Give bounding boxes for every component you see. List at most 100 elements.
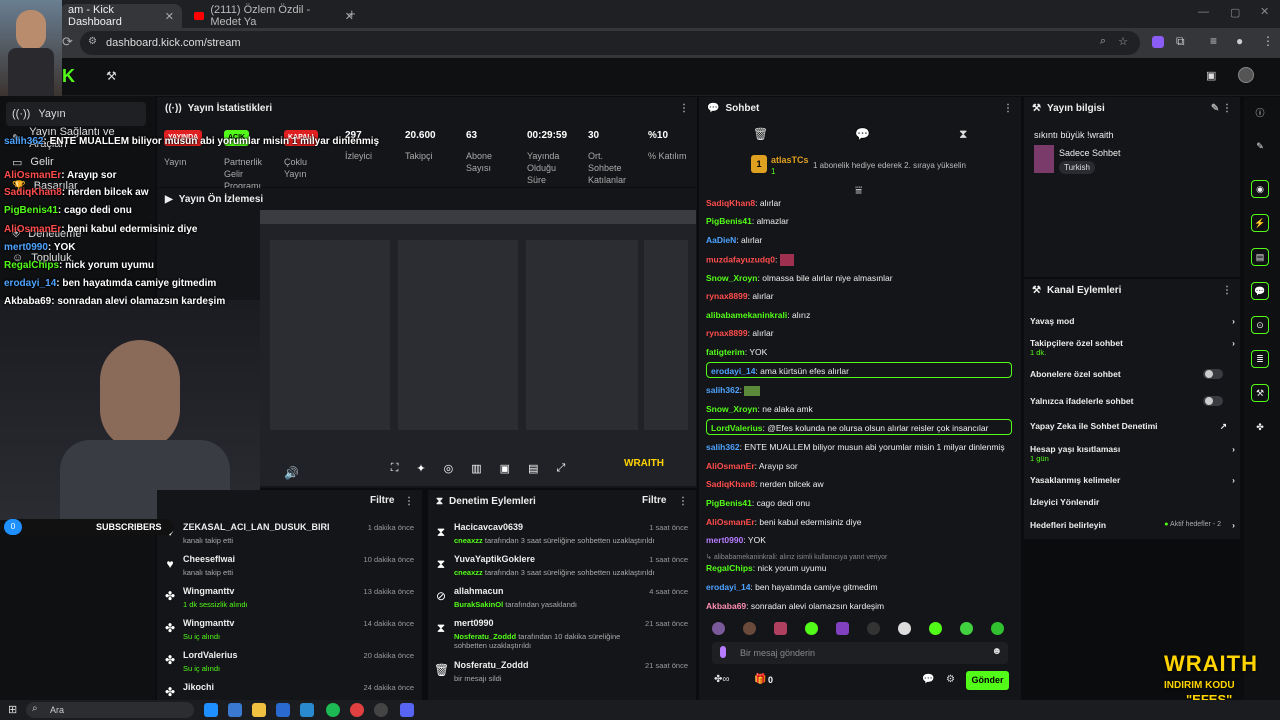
points-icon[interactable]: ✤∞ (714, 674, 730, 685)
moderator-name[interactable]: cneaxzz (454, 536, 483, 545)
stream-preview-video[interactable]: WRAITH ⛶ ✦ ◎ ▥ ▣ ▤ ⤢ 🔊 (260, 210, 696, 486)
more-options-icon[interactable]: ⋮ (1222, 285, 1232, 296)
info-icon[interactable]: ⓘ (1251, 103, 1269, 121)
action-ai-moderation[interactable]: Yapay Zeka ile Sohbet Denetimi ↗ (1030, 421, 1235, 431)
emote-icon[interactable] (960, 622, 973, 635)
hammer-icon[interactable]: ⚒ (106, 69, 117, 83)
emote-icon[interactable] (774, 622, 787, 635)
new-tab-icon[interactable]: + (348, 6, 356, 21)
action-goals[interactable]: Hedefleri belirleyin ● Aktif hedefler - 2… (1030, 520, 1235, 530)
volume-icon[interactable]: 🔊 (284, 466, 299, 480)
profile-icon[interactable]: ● (1236, 34, 1243, 48)
moderator-name[interactable]: BurakSakinOl (454, 600, 503, 609)
activity-user[interactable]: Wingmanttv (183, 586, 234, 596)
chat-username[interactable]: salih362 (706, 442, 740, 452)
action-slow-mode[interactable]: Yavaş mod › (1030, 316, 1235, 326)
tools-icon[interactable]: ⚒ (1251, 384, 1269, 402)
app-icon[interactable] (228, 703, 242, 717)
emote-icon[interactable] (867, 622, 880, 635)
pin-icon[interactable]: ⩸ (855, 183, 862, 198)
emote-icon[interactable] (991, 622, 1004, 635)
user-avatar[interactable] (1238, 67, 1254, 83)
store-icon[interactable] (300, 703, 314, 717)
emote-icon[interactable] (712, 622, 725, 635)
language-tag[interactable]: Turkish (1059, 161, 1095, 174)
emote-icon[interactable] (836, 622, 849, 635)
subscribers-only-toggle[interactable] (1203, 369, 1223, 379)
minimize-icon[interactable]: — (1198, 6, 1209, 18)
close-tab-icon[interactable]: ✕ (165, 10, 174, 23)
settings-gear-icon[interactable]: ⚙ (946, 674, 955, 685)
activity-filter-button[interactable]: Filtre (370, 495, 394, 506)
chat-username[interactable]: alibabamekaninkrali (706, 310, 787, 320)
chat-username[interactable]: erodayi_14 (706, 582, 750, 592)
chat-bubble-icon[interactable]: 💬 (922, 674, 934, 685)
activity-user[interactable]: LordValerius (183, 650, 238, 660)
chat-username[interactable]: erodayi_14 (711, 366, 755, 376)
chat-username[interactable]: mert0990 (706, 535, 743, 545)
chat-username[interactable]: LordValerius (711, 423, 763, 433)
activity-user[interactable]: Wingmanttv (183, 618, 234, 628)
action-banned-words[interactable]: Yasaklanmış kelimeler › (1030, 475, 1235, 485)
moderation-user[interactable]: mert0990 (454, 618, 494, 628)
chat-username[interactable]: Snow_Xroyn (706, 273, 757, 283)
action-emotes-only[interactable]: Yalnızca ifadelerle sohbet (1030, 396, 1235, 406)
chat-username[interactable]: AliOsmanEr (706, 461, 755, 471)
send-button[interactable]: Gönder (966, 671, 1009, 690)
chat-username[interactable]: rynax8899 (706, 291, 748, 301)
spotify-icon[interactable] (326, 703, 340, 717)
more-options-icon[interactable]: ⋮ (404, 496, 414, 507)
more-options-icon[interactable]: ⋮ (678, 496, 688, 507)
chat-settings-icon[interactable]: 💬 (855, 127, 870, 141)
emote-icon[interactable] (805, 622, 818, 635)
extensions-puzzle-icon[interactable]: ⧉ (1176, 34, 1185, 49)
activity-user[interactable]: ZEKASAL_ACI_LAN_DUSUK_BIRI (183, 522, 330, 532)
trash-icon[interactable]: 🗑 (753, 127, 768, 141)
broadcast-icon[interactable]: ⊙ (1251, 316, 1269, 334)
activity-user[interactable]: Jikochi (183, 682, 214, 692)
action-account-age[interactable]: Hesap yaşı kısıtlaması 1 gün › (1030, 444, 1235, 463)
chat-username[interactable]: PigBenis41 (706, 216, 752, 226)
chat-username[interactable]: AliOsmanEr (706, 517, 755, 527)
chrome-icon[interactable] (350, 703, 364, 717)
activity-user[interactable]: Cheeseflwai (183, 554, 235, 564)
site-info-icon[interactable]: ⚙ (88, 36, 97, 47)
moderation-user[interactable]: Nosferatu_Zoddd (454, 660, 529, 670)
kick-logo[interactable]: K (62, 66, 75, 87)
zoom-icon[interactable]: ⌕ (1100, 35, 1106, 48)
file-explorer-icon[interactable] (252, 703, 266, 717)
reload-icon[interactable]: ⟳ (62, 34, 73, 50)
fullscreen-icon[interactable]: ⤢ (556, 462, 565, 482)
url-field[interactable]: ⚙ dashboard.kick.com/stream ⌕ ☆ (80, 31, 1140, 55)
chat-username[interactable]: fatigterim (706, 347, 745, 357)
moderation-user[interactable]: Hacicavcav0639 (454, 522, 523, 532)
moderation-user[interactable]: YuvaYaptikGoklere (454, 554, 535, 564)
moderation-filter-button[interactable]: Filtre (642, 495, 666, 506)
gift-leader-name[interactable]: atlasTCs (771, 155, 809, 165)
emoji-picker-icon[interactable]: ☻ (991, 646, 1002, 657)
category-name[interactable]: Sadece Sohbet (1059, 148, 1121, 158)
hourglass-icon[interactable]: ⧗ (959, 127, 967, 142)
bookmark-star-icon[interactable]: ☆ (1118, 35, 1128, 48)
pip-icon[interactable]: ▣ (500, 462, 510, 482)
chat-username[interactable]: AaDieN (706, 235, 736, 245)
chat-username[interactable]: SadiqKhan8 (706, 198, 755, 208)
moderator-name[interactable]: cneaxzz (454, 568, 483, 577)
lightning-icon[interactable]: ⚡ (1251, 214, 1269, 232)
chat-icon[interactable]: 💬 (1251, 282, 1269, 300)
browser-menu-icon[interactable]: ⋮ (1262, 34, 1274, 48)
chat-input[interactable]: Bir mesaj gönderin ☻ (712, 642, 1008, 664)
tab-kick-dashboard[interactable]: am - Kick Dashboard ✕ (60, 4, 182, 28)
obs-icon[interactable] (374, 703, 388, 717)
chat-username[interactable]: SadiqKhan8 (706, 479, 755, 489)
emote-icon[interactable] (898, 622, 911, 635)
chat-username[interactable]: RegalChips (706, 563, 753, 573)
chat-username[interactable]: Snow_Xroyn (706, 404, 757, 414)
target-icon[interactable]: ◎ (444, 462, 454, 482)
media-control-icon[interactable]: ≡ (1210, 34, 1217, 48)
action-followers-only[interactable]: Takipçilere özel sohbet 1 dk. › (1030, 338, 1235, 357)
moderation-user[interactable]: allahmacun (454, 586, 504, 596)
document-icon[interactable]: ▤ (1251, 248, 1269, 266)
mail-icon[interactable] (276, 703, 290, 717)
chat-username[interactable]: muzdafayuzudq0 (706, 254, 775, 264)
